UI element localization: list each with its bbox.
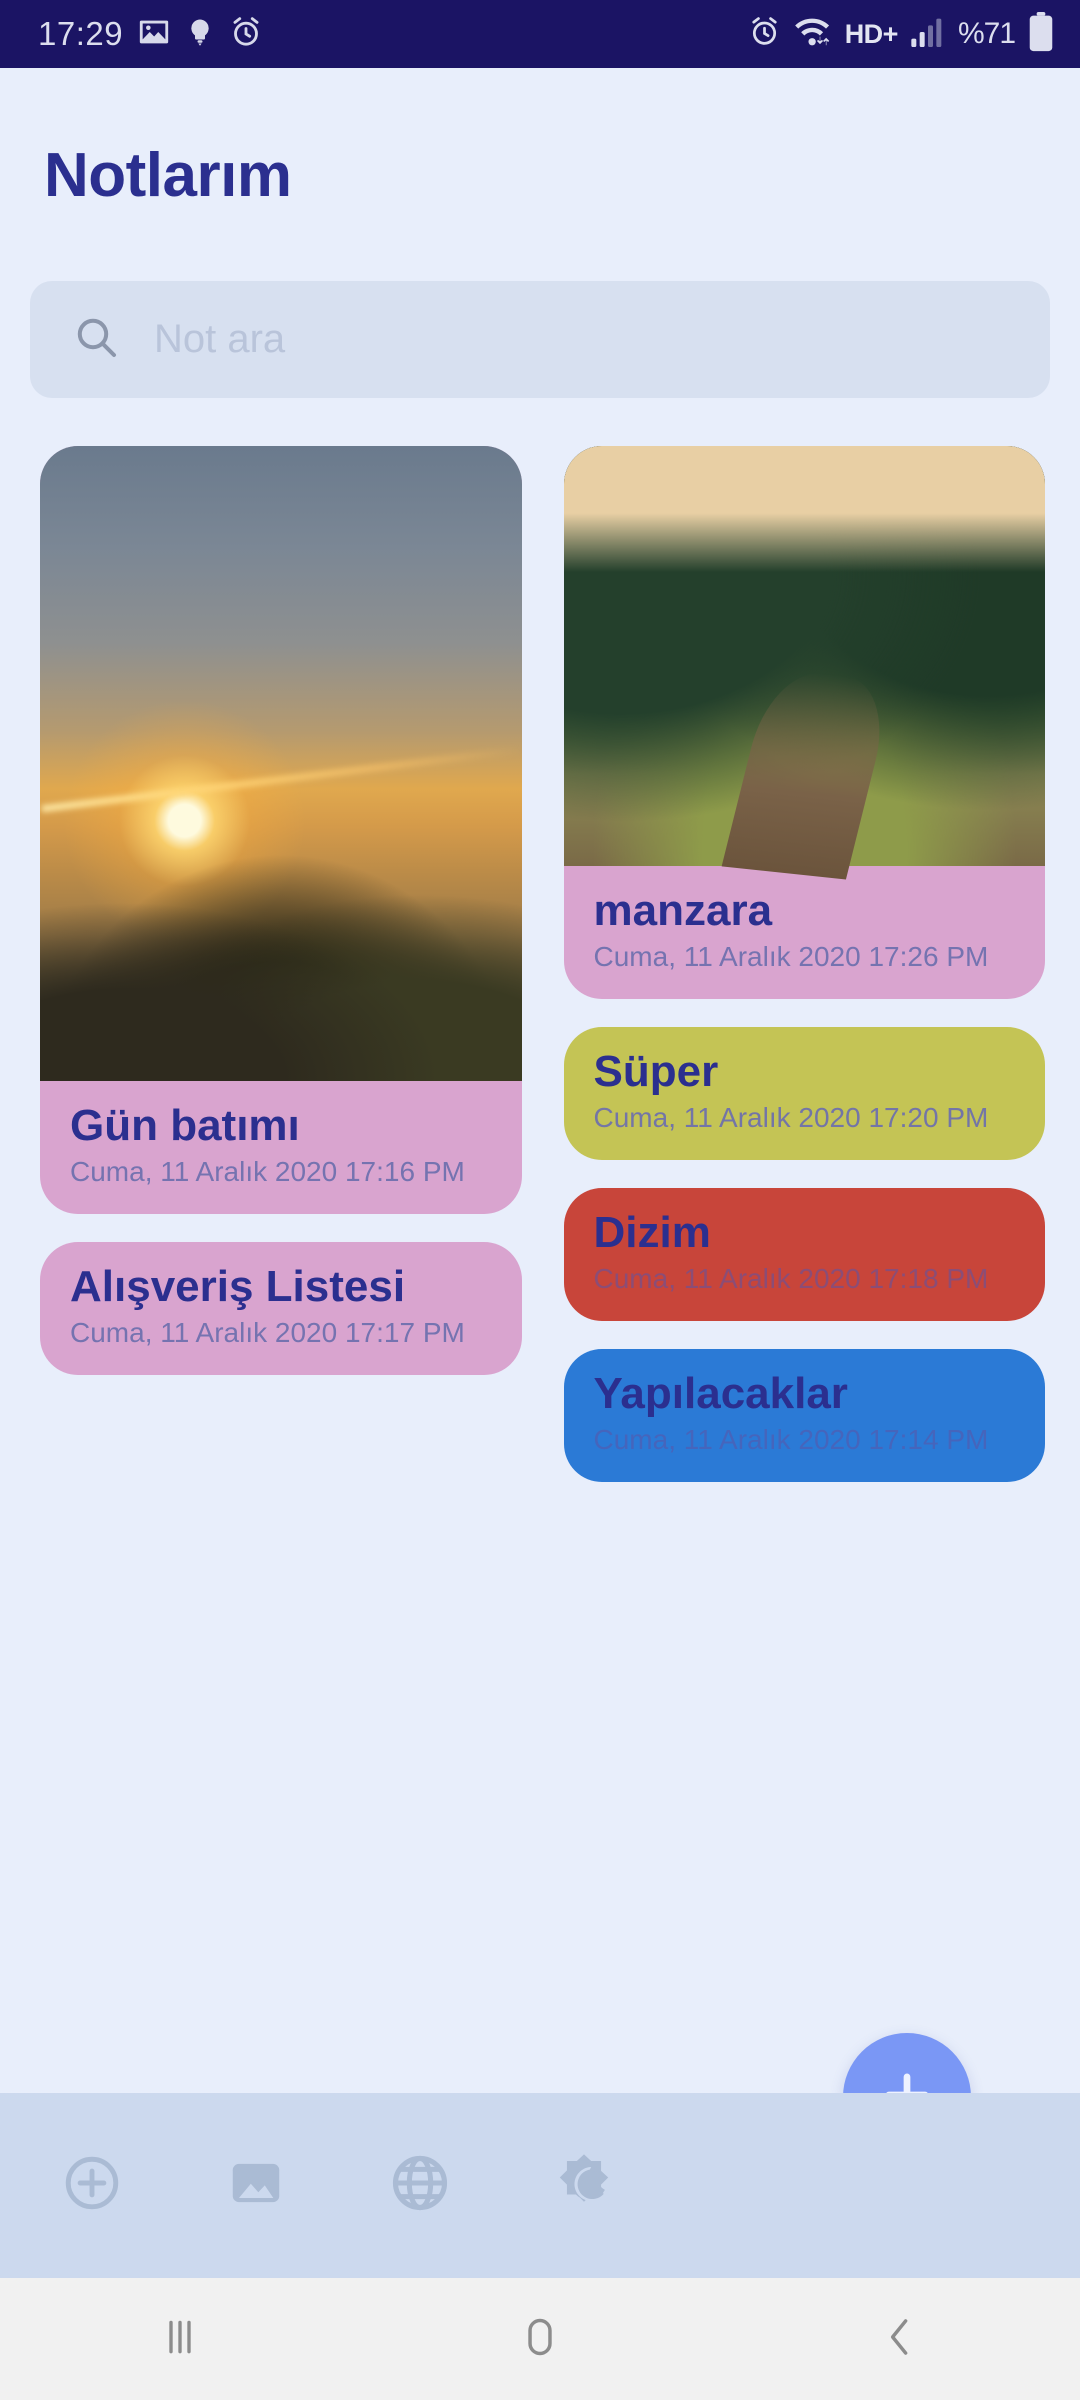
app-root: 17:29 HD+ %71 Notlarım Not ara Gün batım… bbox=[0, 0, 1080, 2400]
forest-railway-photo bbox=[563, 446, 1045, 866]
battery-percent-label: %71 bbox=[957, 17, 1016, 50]
page-title: Notlarım bbox=[44, 141, 292, 210]
note-title: manzara bbox=[593, 886, 773, 935]
note-card[interactable]: Yapılacaklar Cuma, 11 Aralık 2020 17:14 … bbox=[563, 1348, 1046, 1482]
note-body: Süper Cuma, 11 Aralık 2020 17:20 PM bbox=[564, 1027, 1046, 1160]
note-date: Cuma, 11 Aralık 2020 17:20 PM bbox=[593, 1102, 989, 1134]
home-icon bbox=[514, 2311, 566, 2368]
back-button[interactable] bbox=[840, 2299, 960, 2379]
note-date: Cuma, 11 Aralık 2020 17:16 PM bbox=[70, 1156, 465, 1188]
image-icon bbox=[225, 2152, 287, 2219]
globe-icon bbox=[388, 2151, 452, 2220]
alarm-icon bbox=[748, 15, 781, 53]
dark-mode-icon bbox=[551, 2150, 617, 2221]
recents-icon bbox=[153, 2310, 207, 2369]
recents-button[interactable] bbox=[120, 2299, 240, 2379]
signal-icon bbox=[911, 17, 945, 52]
note-date: Cuma, 11 Aralık 2020 17:17 PM bbox=[70, 1317, 465, 1349]
search-icon bbox=[72, 313, 120, 366]
alarm-icon bbox=[229, 15, 263, 54]
home-button[interactable] bbox=[480, 2299, 600, 2379]
note-title: Yapılacaklar bbox=[593, 1368, 848, 1418]
notes-column-left: Gün batımı Cuma, 11 Aralık 2020 17:16 PM… bbox=[40, 446, 522, 1482]
status-clock: 17:29 bbox=[38, 15, 124, 52]
notes-column-right: manzara Cuma, 11 Aralık 2020 17:26 PM Sü… bbox=[563, 446, 1046, 1482]
note-date: Cuma, 11 Aralık 2020 17:14 PM bbox=[593, 1424, 989, 1456]
battery-icon bbox=[1028, 11, 1054, 57]
note-body: Yapılacaklar Cuma, 11 Aralık 2020 17:14 … bbox=[564, 1349, 1046, 1482]
note-body: Dizim Cuma, 11 Aralık 2020 17:18 PM bbox=[564, 1188, 1046, 1321]
theme-toggle-button[interactable] bbox=[547, 2149, 621, 2223]
android-nav-bar bbox=[0, 2278, 1080, 2400]
status-bar-right: HD+ %71 bbox=[748, 11, 1080, 57]
note-card[interactable]: manzara Cuma, 11 Aralık 2020 17:26 PM bbox=[563, 446, 1046, 999]
note-card[interactable]: Süper Cuma, 11 Aralık 2020 17:20 PM bbox=[563, 1026, 1046, 1160]
add-image-button[interactable] bbox=[219, 2149, 293, 2223]
search-bar[interactable]: Not ara bbox=[30, 281, 1050, 398]
notes-grid: Gün batımı Cuma, 11 Aralık 2020 17:16 PM… bbox=[40, 446, 1045, 1482]
plus-circle-icon bbox=[61, 2152, 123, 2219]
network-type-label: HD+ bbox=[844, 18, 899, 49]
note-title: Alışveriş Listesi bbox=[70, 1261, 406, 1311]
status-bar-left: 17:29 bbox=[0, 15, 263, 54]
sunset-over-sea-photo bbox=[40, 446, 522, 1081]
note-card[interactable]: Dizim Cuma, 11 Aralık 2020 17:18 PM bbox=[563, 1187, 1046, 1321]
note-date: Cuma, 11 Aralık 2020 17:18 PM bbox=[593, 1263, 989, 1295]
note-card[interactable]: Gün batımı Cuma, 11 Aralık 2020 17:16 PM bbox=[40, 446, 522, 1214]
note-body: Alışveriş Listesi Cuma, 11 Aralık 2020 1… bbox=[40, 1242, 522, 1375]
note-body: Gün batımı Cuma, 11 Aralık 2020 17:16 PM bbox=[40, 1081, 522, 1214]
bottom-toolbar bbox=[0, 2093, 1080, 2278]
lightbulb-icon bbox=[185, 15, 215, 54]
image-icon bbox=[137, 15, 171, 54]
note-body: manzara Cuma, 11 Aralık 2020 17:26 PM bbox=[564, 866, 1046, 999]
note-date: Cuma, 11 Aralık 2020 17:26 PM bbox=[593, 941, 989, 973]
back-icon bbox=[874, 2311, 926, 2368]
note-title: Gün batımı bbox=[70, 1101, 300, 1150]
web-button[interactable] bbox=[383, 2149, 457, 2223]
add-note-button[interactable] bbox=[55, 2149, 129, 2223]
note-title: Süper bbox=[593, 1046, 719, 1096]
status-bar: 17:29 HD+ %71 bbox=[0, 0, 1080, 68]
note-title: Dizim bbox=[593, 1207, 711, 1257]
search-input[interactable]: Not ara bbox=[154, 317, 285, 362]
wifi-icon bbox=[794, 15, 832, 53]
note-card[interactable]: Alışveriş Listesi Cuma, 11 Aralık 2020 1… bbox=[40, 1241, 522, 1375]
